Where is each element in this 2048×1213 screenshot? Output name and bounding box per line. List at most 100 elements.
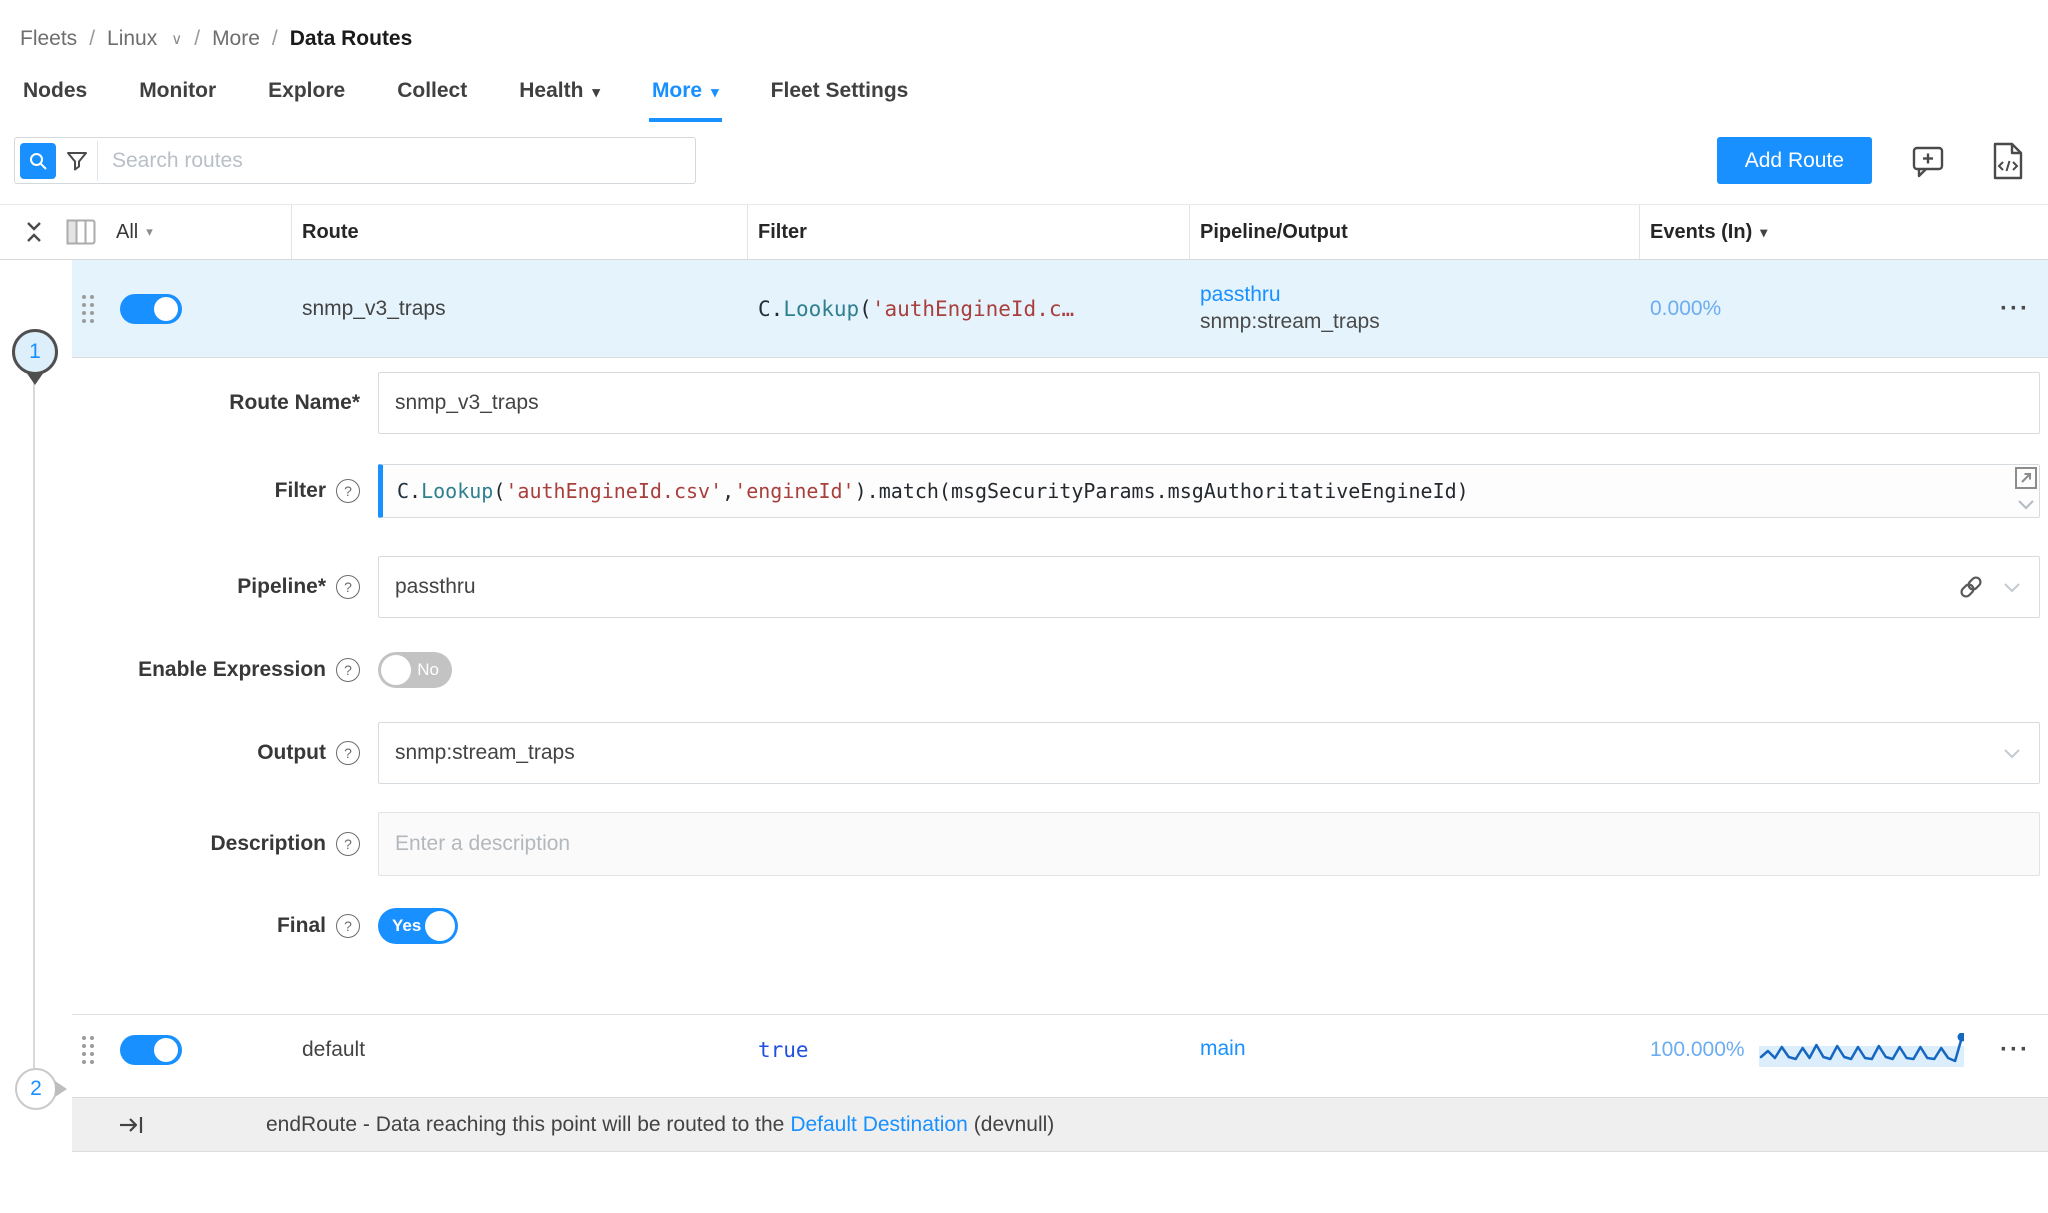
edit-as-code-button[interactable] [1984,141,2032,181]
route-name-input[interactable] [379,391,2039,415]
add-route-button[interactable]: Add Route [1717,137,1872,184]
route-order-connector [33,378,35,1068]
expand-editor-icon[interactable] [2013,465,2039,491]
header-controls: All ▾ [0,205,292,259]
chevron-down-icon[interactable] [1999,574,2025,600]
search-button[interactable] [20,143,56,179]
description-label: Description [210,832,326,856]
column-header-filter: Filter [748,205,1190,259]
chevron-down-icon[interactable]: ∨ [171,30,182,48]
end-route-bar: endRoute - Data reaching this point will… [72,1097,2048,1152]
pipeline-field-row: Pipeline* ? [72,556,2048,618]
pipeline-link[interactable]: main [1200,1037,1640,1061]
breadcrumb-fleet-linux[interactable]: Linux [107,27,157,51]
help-icon[interactable]: ? [336,479,360,503]
route-row-default[interactable]: default true main 100.000% ··· [72,1016,2048,1083]
filter-funnel-icon[interactable] [56,141,98,181]
code-file-icon [1990,141,2026,181]
route-enabled-toggle[interactable] [120,1035,182,1065]
search-input[interactable] [98,149,695,173]
events-percentage: 100.000% [1650,1038,1745,1062]
search-icon [28,151,48,171]
output-label: Output [257,741,326,765]
enable-expression-toggle[interactable]: No [378,652,452,688]
chevron-down-icon[interactable] [1999,740,2025,766]
breadcrumb: Fleets / Linux ∨ / More / Data Routes [0,0,2048,58]
row-controls [72,294,292,324]
add-comment-button[interactable] [1902,141,1954,181]
route-filter-cell: true [748,1038,1190,1062]
route-name-cell: default [292,1038,748,1062]
help-icon[interactable]: ? [336,658,360,682]
output-name: snmp:stream_traps [1200,310,1640,334]
drag-handle-icon[interactable] [82,295,94,323]
breadcrumb-separator: / [194,27,200,51]
arrow-to-bar-icon [118,1112,148,1138]
routes-table-header: All ▾ Route Filter Pipeline/Output Event… [0,205,2048,260]
row-menu-button[interactable]: ··· [2000,295,2030,323]
breadcrumb-separator: / [89,27,95,51]
output-select-input[interactable] [379,741,1999,765]
help-icon[interactable]: ? [336,914,360,938]
route-settings-form: Route Name* Filter ? C.Lookup('authEngin… [72,358,2048,1015]
data-routes-page: Fleets / Linux ∨ / More / Data Routes No… [0,0,2048,1213]
row-controls [72,1035,292,1065]
end-route-text: endRoute - Data reaching this point will… [266,1113,1054,1137]
events-in-cell: 100.000% ··· [1640,1033,2048,1067]
description-input[interactable] [379,832,2039,856]
events-percentage: 0.000% [1650,297,1721,321]
pipeline-output-cell: main [1190,1037,1640,1061]
search-box [14,137,696,184]
filter-expression-editor[interactable]: C.Lookup('authEngineId.csv','engineId').… [378,464,2040,518]
breadcrumb-separator: / [272,27,278,51]
final-field-row: Final ? Yes [72,908,2048,944]
tab-monitor[interactable]: Monitor [136,58,219,124]
routes-toolbar: Add Route [14,137,2032,184]
route-number-badge-2[interactable]: 2 [15,1068,57,1110]
column-header-events-in[interactable]: Events (In) ▾ [1640,205,2048,259]
route-number-badge-1[interactable]: 1 [12,329,58,375]
caret-down-icon: ▾ [711,83,719,101]
collapse-all-icon[interactable] [22,216,46,248]
enable-expression-field-row: Enable Expression ? No [72,652,2048,688]
route-row-snmp-v3-traps[interactable]: snmp_v3_traps C.Lookup('authEngineId.c… … [72,260,2048,358]
route-filter-cell: C.Lookup('authEngineId.c… [748,297,1190,321]
description-field-row: Description ? [72,812,2048,876]
row-menu-button[interactable]: ··· [2000,1036,2030,1064]
group-filter-dropdown[interactable]: All ▾ [116,221,153,244]
caret-down-icon: ▾ [1760,224,1767,241]
tab-health[interactable]: Health▾ [516,58,603,124]
help-icon[interactable]: ? [336,832,360,856]
tab-fleet-settings[interactable]: Fleet Settings [768,58,912,124]
help-icon[interactable]: ? [336,575,360,599]
breadcrumb-fleets[interactable]: Fleets [20,27,77,51]
columns-icon[interactable] [66,219,96,245]
chevron-down-icon[interactable] [2013,491,2039,517]
pipeline-output-cell: passthru snmp:stream_traps [1190,283,1640,334]
tab-collect[interactable]: Collect [394,58,470,124]
filter-field-row: Filter ? C.Lookup('authEngineId.csv','en… [72,464,2048,518]
link-icon[interactable] [1957,573,1985,601]
events-in-cell: 0.000% ··· [1640,295,2048,323]
breadcrumb-more[interactable]: More [212,27,260,51]
enable-expression-label: Enable Expression [138,658,326,682]
tab-more[interactable]: More▾ [649,58,722,124]
caret-down-icon: ▾ [592,83,600,101]
route-enabled-toggle[interactable] [120,294,182,324]
page-title: Data Routes [290,27,413,51]
pipeline-link[interactable]: passthru [1200,283,1640,307]
route-name-label: Route Name* [229,391,360,415]
help-icon[interactable]: ? [336,741,360,765]
tab-nodes[interactable]: Nodes [20,58,90,124]
pipeline-select-input[interactable] [379,575,1957,599]
fleet-nav-tabs: Nodes Monitor Explore Collect Health▾ Mo… [0,58,2048,124]
comment-plus-icon [1908,141,1948,181]
final-label: Final [277,914,326,938]
events-sparkline [1759,1033,1964,1067]
default-destination-link[interactable]: Default Destination [790,1113,967,1136]
filter-label: Filter [275,479,326,503]
drag-handle-icon[interactable] [82,1036,94,1064]
tab-explore[interactable]: Explore [265,58,348,124]
final-toggle[interactable]: Yes [378,908,458,944]
caret-down-icon: ▾ [146,224,153,240]
